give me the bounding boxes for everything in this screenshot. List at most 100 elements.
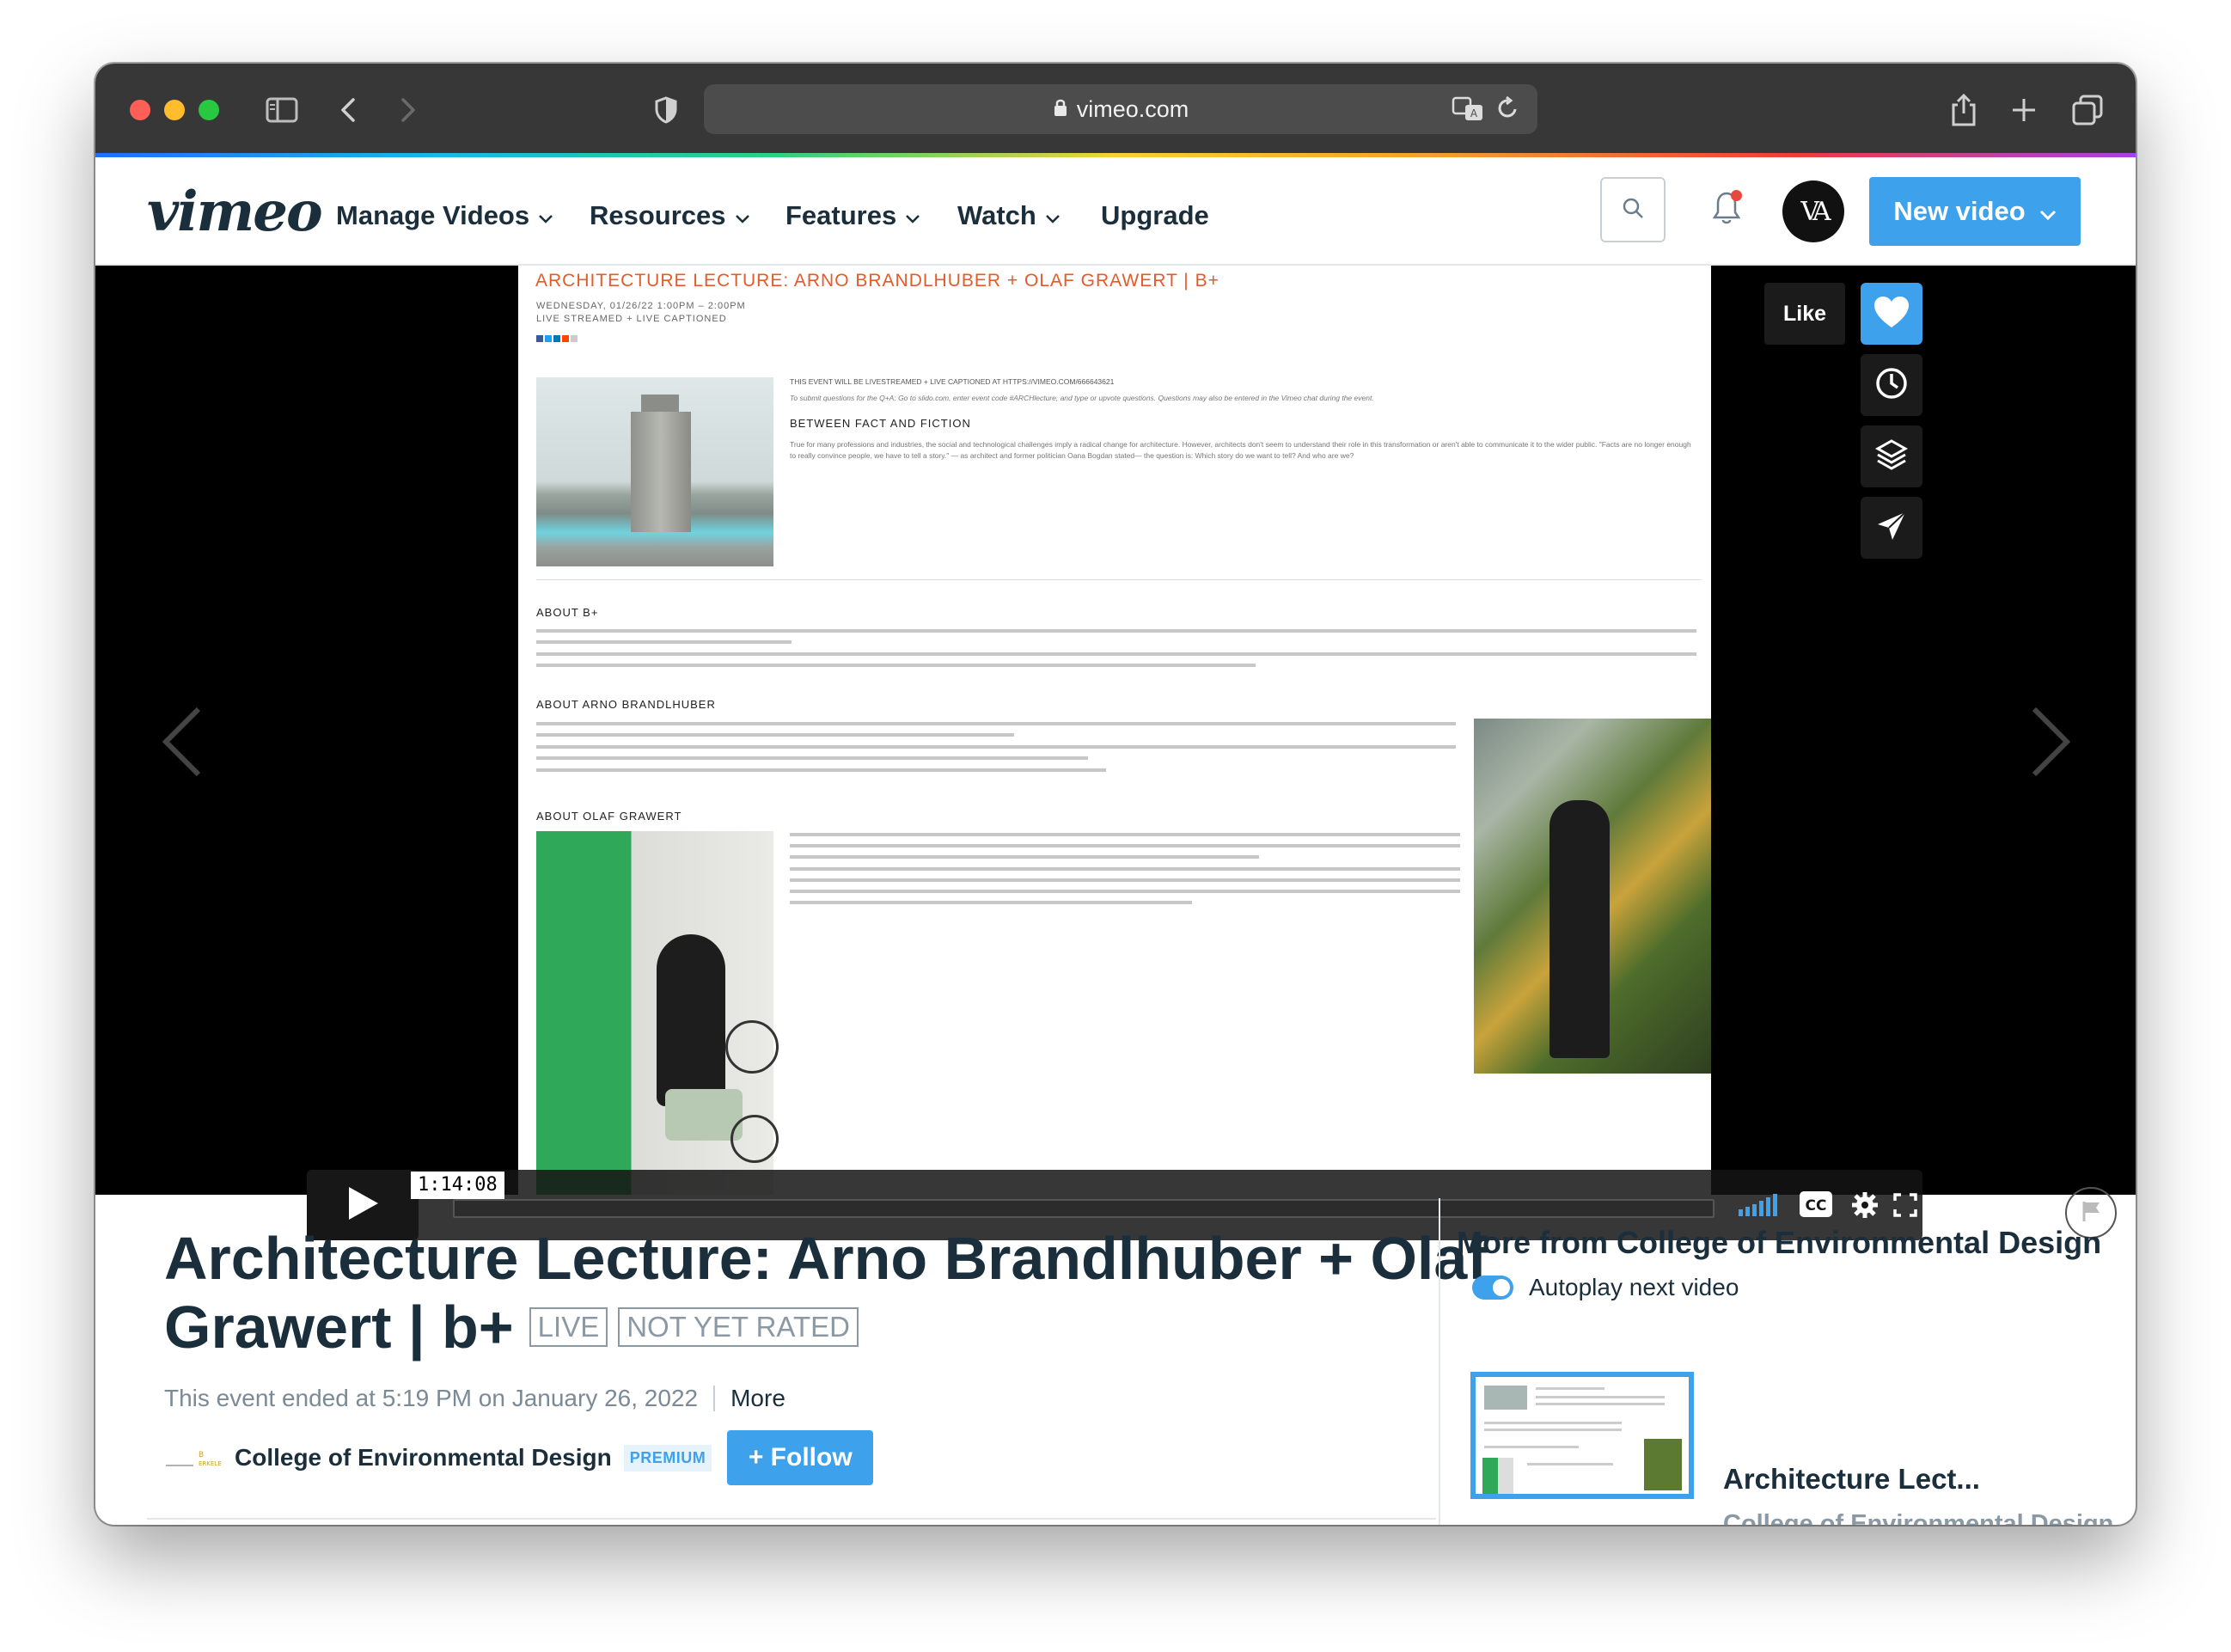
nav-label: Watch <box>957 200 1036 230</box>
share-button[interactable] <box>1861 497 1922 559</box>
slide-text-block <box>790 833 1460 912</box>
minimize-window-button[interactable] <box>164 100 185 120</box>
slide-photo-studio <box>536 831 779 1195</box>
zoom-window-button[interactable] <box>199 100 219 120</box>
new-tab-icon[interactable] <box>2003 89 2045 131</box>
nav-label: Resources <box>590 200 726 230</box>
share-icon[interactable] <box>1943 89 1984 131</box>
slide-heading: ABOUT OLAF GRAWERT <box>536 810 682 823</box>
address-bar[interactable]: vimeo.com A <box>704 84 1537 134</box>
follow-button[interactable]: + Follow <box>727 1430 874 1485</box>
slide-date: WEDNESDAY, 01/26/22 1:00PM – 2:00PM <box>536 301 746 311</box>
nav-watch[interactable]: Watch <box>957 200 1060 231</box>
event-status: This event ended at 5:19 PM on January 2… <box>164 1385 785 1412</box>
like-tooltip: Like <box>1764 283 1845 345</box>
chevron-down-icon <box>905 200 920 231</box>
slide-photo-building <box>536 377 773 566</box>
slide-stream: LIVE STREAMED + LIVE CAPTIONED <box>536 314 727 324</box>
send-icon <box>1874 509 1909 548</box>
next-video-arrow[interactable] <box>2029 706 2072 782</box>
separator <box>713 1386 716 1411</box>
site-header: vimeo Manage Videos Resources Features W… <box>95 157 2136 266</box>
live-badge: LIVE <box>529 1306 608 1347</box>
new-video-label: New video <box>1893 196 2026 226</box>
tab-overview-icon[interactable] <box>2067 89 2108 131</box>
slide-divider <box>536 579 1701 580</box>
related-heading: More from College of Environmental Desig… <box>1457 1225 2102 1260</box>
chevron-down-icon <box>1045 200 1060 231</box>
nav-features[interactable]: Features <box>785 200 920 231</box>
ended-text: This event ended at 5:19 PM on January 2… <box>164 1385 699 1411</box>
slide-questions-note: To submit questions for the Q+A: Go to s… <box>790 394 1374 402</box>
nav-resources[interactable]: Resources <box>590 200 750 231</box>
like-button[interactable] <box>1861 283 1922 345</box>
related-video-title[interactable]: Architecture Lect... <box>1723 1463 1980 1496</box>
slide-paragraph: True for many professions and industries… <box>790 440 1691 460</box>
slide-social-icons <box>536 335 578 342</box>
url-text: vimeo.com <box>1076 95 1189 122</box>
autoplay-toggle[interactable] <box>1472 1276 1513 1300</box>
watch-later-button[interactable] <box>1861 354 1922 416</box>
fullscreen-icon[interactable] <box>1893 1193 1917 1221</box>
timecode-tooltip: 1:14:08 <box>411 1172 504 1199</box>
browser-window: vimeo.com A vimeo Manage Videos Resource… <box>95 64 2136 1525</box>
nav-label: Features <box>785 200 897 230</box>
search-button[interactable] <box>1600 177 1666 242</box>
section-divider <box>147 1518 1436 1520</box>
autoplay-row: Autoplay next video <box>1472 1274 2118 1301</box>
previous-video-arrow[interactable] <box>161 706 204 782</box>
closed-captions-icon[interactable]: CC <box>1799 1190 1833 1222</box>
close-window-button[interactable] <box>130 100 150 120</box>
premium-badge: PREMIUM <box>623 1444 712 1472</box>
collections-button[interactable] <box>1861 425 1922 487</box>
new-video-button[interactable]: New video <box>1869 177 2081 246</box>
column-divider <box>1439 1198 1440 1525</box>
slide-title: ARCHITECTURE LECTURE: ARNO BRANDLHUBER +… <box>535 271 1219 291</box>
chevron-down-icon <box>538 200 553 231</box>
bell-icon <box>1711 192 1742 229</box>
related-video-thumbnail[interactable] <box>1470 1372 1694 1499</box>
more-link[interactable]: More <box>730 1385 785 1412</box>
nav-label: Manage Videos <box>336 200 530 230</box>
slide-heading: BETWEEN FACT AND FICTION <box>790 417 971 430</box>
autoplay-label: Autoplay next video <box>1529 1274 1739 1300</box>
slide-text-block <box>536 629 1696 675</box>
forward-icon[interactable] <box>388 89 429 131</box>
volume-icon[interactable] <box>1739 1194 1782 1221</box>
play-icon <box>345 1185 380 1226</box>
video-player[interactable]: ARCHITECTURE LECTURE: ARNO BRANDLHUBER +… <box>95 266 2136 1240</box>
vimeo-logo[interactable]: vimeo <box>147 180 323 244</box>
heart-icon <box>1873 295 1910 333</box>
translate-icon[interactable]: A <box>1452 96 1484 128</box>
slide-photo-portrait <box>1474 719 1711 1074</box>
lock-icon <box>1053 96 1068 123</box>
browser-toolbar: vimeo.com A <box>95 64 2136 161</box>
video-title: Architecture Lecture: Arno Brandlhuber +… <box>164 1224 1505 1361</box>
channel-row: BERKELEY College of Environmental Design… <box>164 1430 874 1485</box>
settings-gear-icon[interactable] <box>1850 1190 1880 1224</box>
chevron-down-icon <box>2039 196 2057 227</box>
avatar[interactable]: VA <box>1782 180 1844 242</box>
clock-icon <box>1874 366 1909 405</box>
svg-text:A: A <box>1470 107 1478 119</box>
related-video-channel[interactable]: College of Environmental Design <box>1723 1510 2113 1525</box>
progress-bar[interactable] <box>453 1199 1715 1218</box>
nav-manage-videos[interactable]: Manage Videos <box>336 200 553 231</box>
slide-heading: ABOUT B+ <box>536 606 599 619</box>
reload-icon[interactable] <box>1496 95 1520 127</box>
notifications-button[interactable] <box>1711 190 1742 230</box>
privacy-shield-icon[interactable] <box>645 89 687 131</box>
slide-livestream-note: THIS EVENT WILL BE LIVESTREAMED + LIVE C… <box>790 377 1115 386</box>
video-info: Architecture Lecture: Arno Brandlhuber +… <box>164 1224 1505 1361</box>
channel-logo[interactable]: BERKELEY <box>164 1445 226 1471</box>
nav-upgrade[interactable]: Upgrade <box>1101 200 1209 231</box>
channel-name[interactable]: College of Environmental Design <box>235 1444 612 1472</box>
slide-meta: WEDNESDAY, 01/26/22 1:00PM – 2:00PM LIVE… <box>536 300 746 326</box>
sidebar-toggle-icon[interactable] <box>261 89 303 131</box>
search-icon <box>1621 196 1645 224</box>
back-icon[interactable] <box>327 89 369 131</box>
svg-text:ERKELEY: ERKELEY <box>199 1460 221 1467</box>
rating-badge: NOT YET RATED <box>618 1306 859 1347</box>
slide-text-block <box>536 722 1456 780</box>
layers-icon <box>1874 437 1909 476</box>
